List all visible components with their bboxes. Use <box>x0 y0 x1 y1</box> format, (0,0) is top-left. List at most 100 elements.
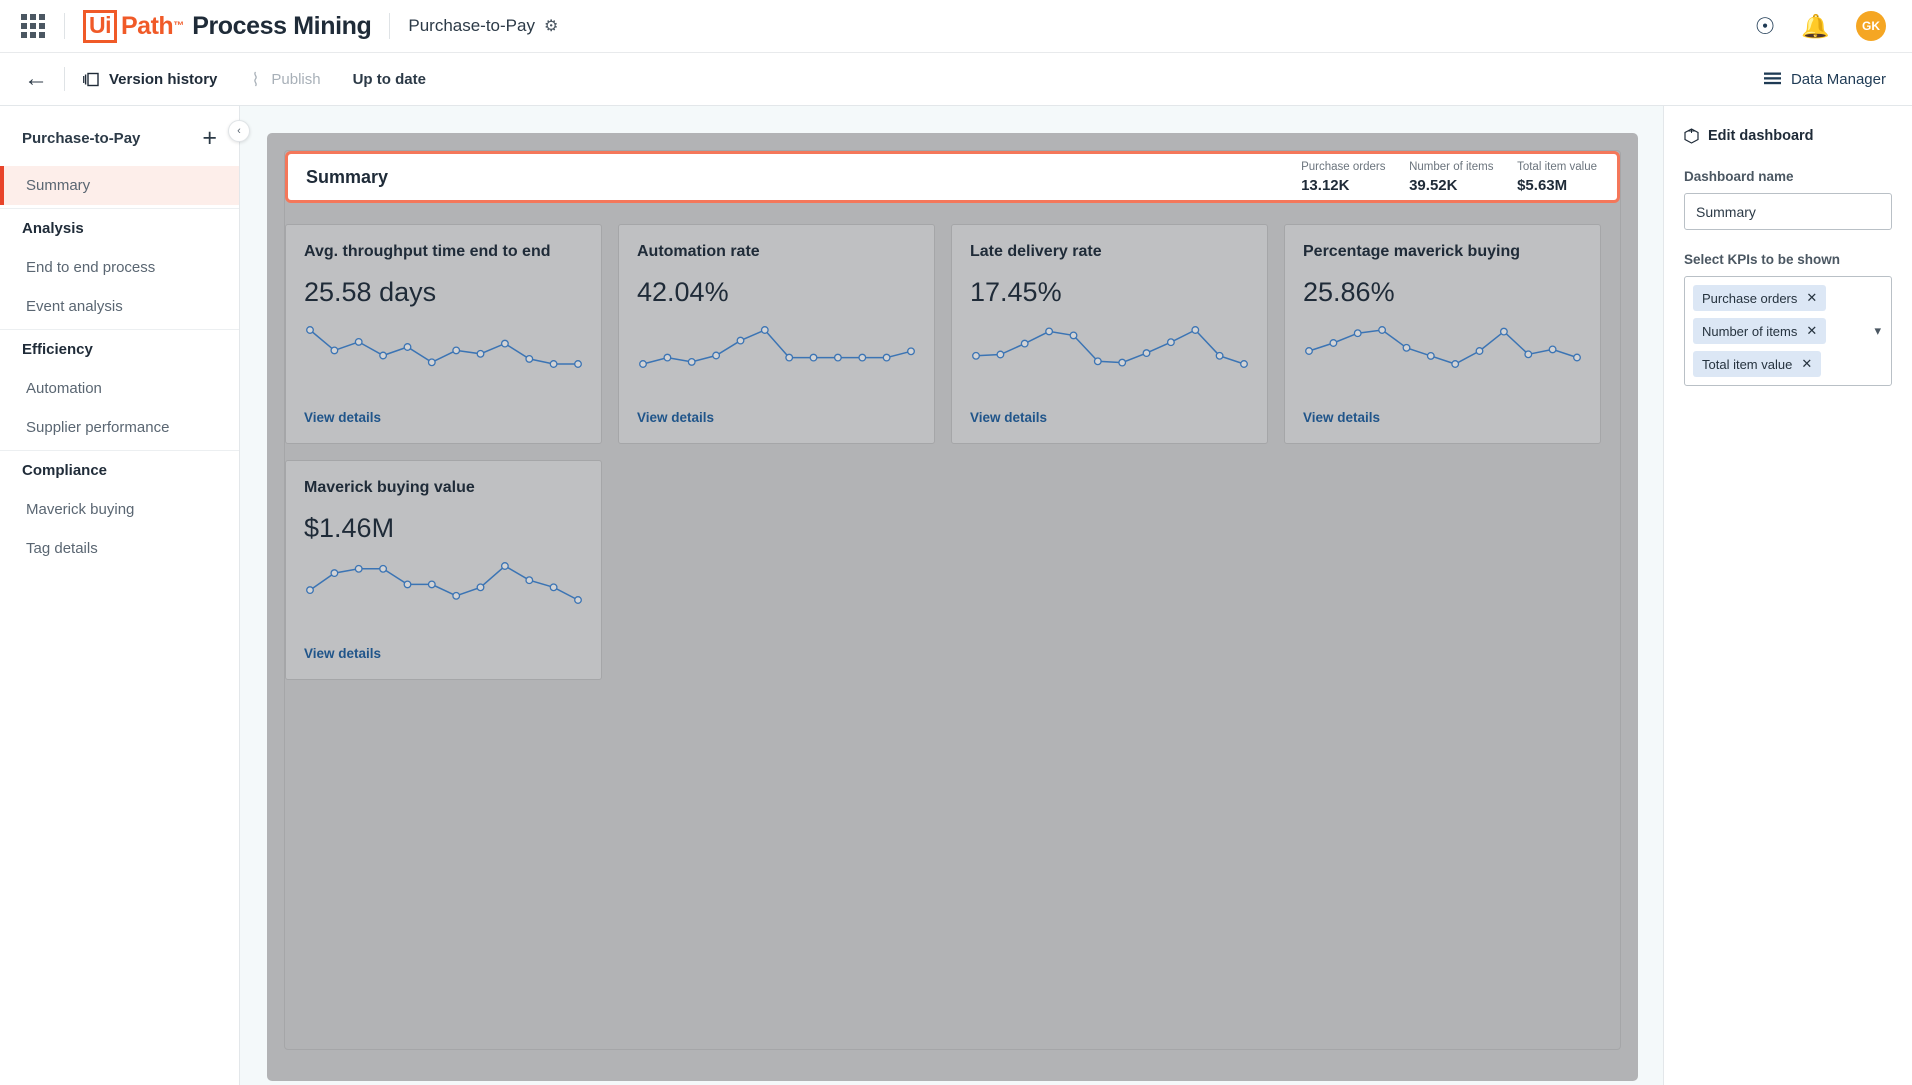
page-title: Summary <box>306 166 389 187</box>
list-icon <box>1763 72 1781 85</box>
dashboard-name-input[interactable] <box>1684 193 1892 230</box>
edit-dashboard-icon <box>1684 128 1699 144</box>
kpi-card-sparkline <box>304 324 583 370</box>
sparkline-chart <box>639 326 915 368</box>
sidebar-item-automation[interactable]: Automation <box>0 369 239 408</box>
header-kpi-label: Number of items <box>1409 160 1494 173</box>
bell-icon[interactable]: 🔔 <box>1801 14 1830 38</box>
sidebar-title: Purchase-to-Pay <box>22 129 141 147</box>
top-bar-actions: ☉ 🔔 GK <box>1755 11 1886 41</box>
back-arrow-icon[interactable]: ← <box>22 67 50 91</box>
sparkline-chart <box>1305 326 1581 368</box>
edit-dashboard-panel: Edit dashboard Dashboard name Select KPI… <box>1663 106 1912 1085</box>
version-history-icon <box>83 72 99 86</box>
kpi-chip-label: Purchase orders <box>1702 290 1798 306</box>
sidebar-collapse-button[interactable]: ‹ <box>228 120 250 142</box>
header-kpi-value: $5.63M <box>1517 176 1568 194</box>
plus-icon[interactable]: + <box>202 126 217 151</box>
sidebar-item-maverick-buying[interactable]: Maverick buying <box>0 490 239 529</box>
kpi-card[interactable]: Late delivery rate 17.45% View details <box>951 224 1268 444</box>
kpi-card-sparkline <box>970 324 1249 370</box>
publish-button[interactable]: Publish <box>249 71 321 88</box>
apps-grid-icon[interactable] <box>20 13 46 39</box>
kpi-chip[interactable]: Total item value ✕ <box>1693 351 1822 377</box>
sidebar-item-supplier-performance[interactable]: Supplier performance <box>0 408 239 447</box>
kpi-card[interactable]: Automation rate 42.04% View details <box>618 224 935 444</box>
view-details-link[interactable]: View details <box>970 410 1249 425</box>
help-circle-icon[interactable]: ☉ <box>1755 14 1776 38</box>
kpi-chip-label: Number of items <box>1702 323 1798 339</box>
sidebar-group-compliance: Compliance <box>0 450 239 490</box>
body: Purchase-to-Pay + Summary Analysis End to … <box>0 106 1912 1085</box>
sidebar-item-tag-details[interactable]: Tag details <box>0 529 239 568</box>
product-name: Process Mining <box>192 11 372 40</box>
sparkline-chart <box>306 562 582 604</box>
header-kpi-value: 39.52K <box>1409 176 1458 194</box>
sidebar-item-summary[interactable]: Summary <box>0 166 239 205</box>
header-kpi: Number of items 39.52K <box>1409 159 1517 196</box>
dashboard-panel-inner: Summary Purchase orders 13.12K Number of i… <box>284 150 1621 1050</box>
kpi-card[interactable]: Avg. throughput time end to end 25.58 day… <box>285 224 602 444</box>
header-kpi-label: Purchase orders <box>1301 160 1386 173</box>
view-details-link[interactable]: View details <box>304 646 583 661</box>
brand-path-text: Path <box>121 11 174 40</box>
header-kpi-value: 13.12K <box>1301 176 1350 194</box>
sidebar-item-end-to-end-process[interactable]: End to end process <box>0 248 239 287</box>
kpi-card-value: 42.04% <box>637 277 729 307</box>
kpi-card[interactable]: Maverick buying value $1.46M View details <box>285 460 602 680</box>
sidebar: Purchase-to-Pay + Summary Analysis End to … <box>0 106 250 1085</box>
kpi-card-value: $1.46M <box>304 513 395 543</box>
close-icon[interactable]: ✕ <box>1806 323 1817 339</box>
data-manager-label: Data Manager <box>1790 70 1886 88</box>
sparkline-chart <box>306 326 582 368</box>
divider <box>64 13 65 39</box>
divider <box>64 67 65 91</box>
kpi-card-title: Maverick buying value <box>304 479 475 496</box>
close-icon[interactable]: ✕ <box>1806 290 1817 306</box>
kpi-card-value: 25.86% <box>1303 277 1395 307</box>
project-name[interactable]: Purchase-to-Pay <box>408 16 535 36</box>
close-icon[interactable]: ✕ <box>1801 356 1812 372</box>
kpi-chip[interactable]: Purchase orders ✕ <box>1693 285 1827 311</box>
select-kpis-label: Select KPIs to be shown <box>1684 252 1841 267</box>
view-details-link[interactable]: View details <box>1303 410 1582 425</box>
dashboard-panel-outer: Summary Purchase orders 13.12K Number of i… <box>267 133 1638 1081</box>
kpi-card-sparkline <box>1303 324 1582 370</box>
kpi-card-title: Late delivery rate <box>970 243 1102 260</box>
kpi-card-grid: Avg. throughput time end to end 25.58 day… <box>285 224 1620 680</box>
uipath-logo-badge: Ui <box>83 9 117 43</box>
kpi-multiselect[interactable]: Purchase orders ✕ Number of items ✕ Total it… <box>1684 276 1892 386</box>
view-details-link[interactable]: View details <box>637 410 916 425</box>
editor-toolbar: ← Version history Publish Up to date Dat… <box>0 53 1912 106</box>
dashboard-name-label: Dashboard name <box>1684 169 1794 184</box>
edit-dashboard-title: Edit dashboard <box>1708 128 1814 144</box>
sidebar-group-analysis: Analysis <box>0 208 239 248</box>
top-bar: Ui Path ™ Process Mining Purchase-to-Pay… <box>0 0 1912 53</box>
edit-dashboard-header: Edit dashboard <box>1684 128 1892 144</box>
trademark-symbol: ™ <box>173 20 185 32</box>
gear-icon[interactable]: ⚙ <box>544 16 558 36</box>
kpi-card-value: 25.58 days <box>304 277 437 307</box>
kpi-card-value: 17.45% <box>970 277 1062 307</box>
sidebar-group-efficiency: Efficiency <box>0 329 239 369</box>
view-details-link[interactable]: View details <box>304 410 583 425</box>
kpi-chip-label: Total item value <box>1702 356 1793 372</box>
kpi-card-sparkline <box>304 560 583 606</box>
version-history-button[interactable]: Version history <box>83 71 217 88</box>
publish-icon <box>254 71 258 87</box>
sidebar-header: Purchase-to-Pay + <box>0 106 239 166</box>
header-kpi-strip: Purchase orders 13.12K Number of items 39.5… <box>1301 159 1603 196</box>
kpi-chip[interactable]: Number of items ✕ <box>1693 318 1827 344</box>
header-kpi: Purchase orders 13.12K <box>1301 159 1409 196</box>
sparkline-chart <box>972 326 1248 368</box>
sidebar-item-event-analysis[interactable]: Event analysis <box>0 287 239 326</box>
kpi-chip-list: Purchase orders ✕ Number of items ✕ Total it… <box>1693 285 1883 377</box>
avatar[interactable]: GK <box>1856 11 1886 41</box>
version-history-label: Version history <box>109 70 218 88</box>
data-manager-button[interactable]: Data Manager <box>1763 70 1886 88</box>
kpi-card[interactable]: Percentage maverick buying 25.86% View det… <box>1284 224 1601 444</box>
header-kpi-label: Total item value <box>1517 160 1597 173</box>
summary-header-widget[interactable]: Summary Purchase orders 13.12K Number of i… <box>285 151 1620 203</box>
chevron-down-icon[interactable]: ▾ <box>1874 323 1881 339</box>
